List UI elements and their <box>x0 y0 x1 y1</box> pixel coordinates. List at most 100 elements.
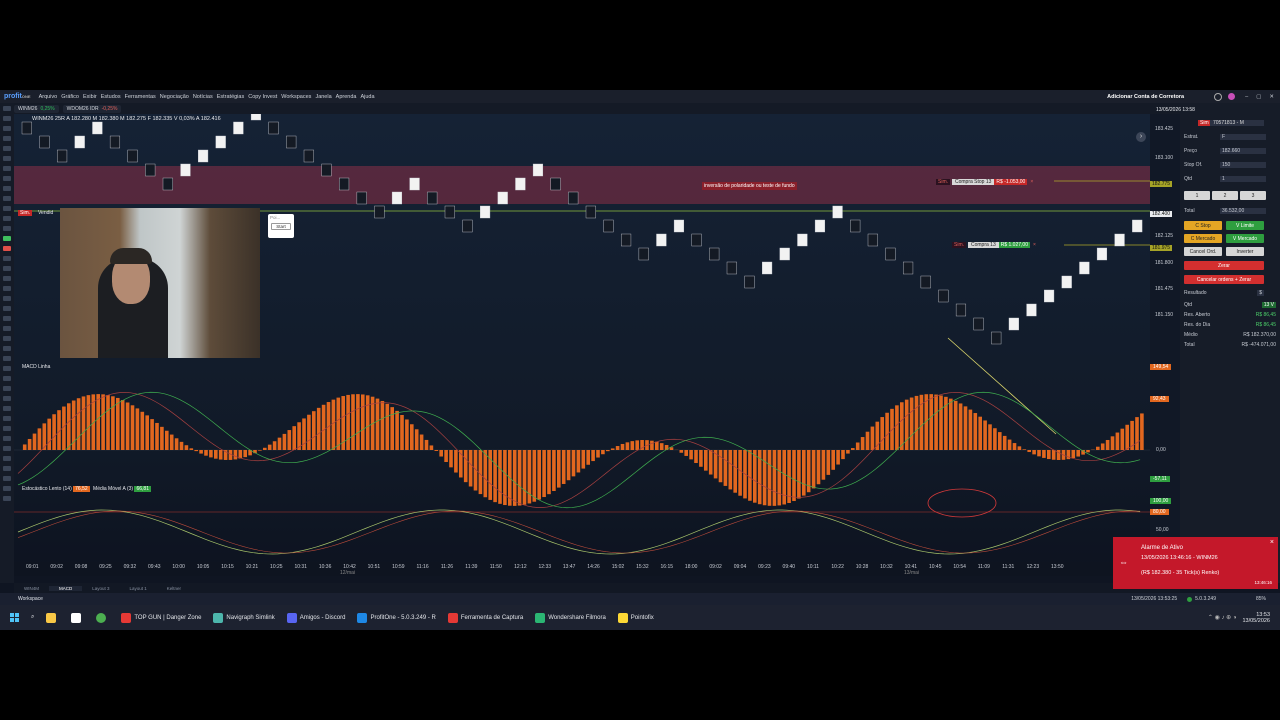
drawing-tool-icon[interactable] <box>3 286 11 291</box>
cancel-order-icon[interactable]: × <box>1030 242 1039 248</box>
file-icon[interactable] <box>65 605 90 630</box>
drawing-tool-icon[interactable] <box>3 186 11 191</box>
avatar[interactable] <box>1228 93 1236 100</box>
close-icon[interactable]: ✕ <box>1269 94 1274 100</box>
layout-tab[interactable]: MACD <box>49 585 83 591</box>
drawing-tool-icon[interactable] <box>3 126 11 131</box>
workspace-button[interactable]: Workspace <box>18 596 43 602</box>
drawing-tool-icon[interactable] <box>3 356 11 361</box>
drawing-tool-icon[interactable] <box>3 376 11 381</box>
menu-janela[interactable]: Janela <box>313 94 333 100</box>
drawing-tool-icon[interactable] <box>3 156 11 161</box>
menu-workspaces[interactable]: Workspaces <box>279 94 313 100</box>
drawing-tool-icon[interactable] <box>3 136 11 141</box>
drawing-tool-icon[interactable] <box>3 256 11 261</box>
menu-estudos[interactable]: Estudos <box>99 94 123 100</box>
drawing-tool-icon[interactable] <box>3 496 11 501</box>
add-broker-button[interactable]: Adicionar Conta de Corretora <box>1107 94 1184 100</box>
drawing-tool-icon[interactable] <box>3 406 11 411</box>
tray-icons[interactable]: ⌃ ◉ ♪ ⊕ ◑ <box>1202 605 1243 630</box>
c-stop-button[interactable]: C Stop <box>1184 221 1222 230</box>
layout-tab[interactable]: Keltner <box>157 586 191 591</box>
drawing-tool-icon[interactable] <box>3 226 11 231</box>
drawing-tool-icon[interactable] <box>3 116 11 121</box>
chart-tab[interactable]: WDOM26 IDR -0,25% <box>62 104 122 113</box>
drawing-tool-icon[interactable] <box>3 426 11 431</box>
drawing-tool-icon[interactable] <box>3 346 11 351</box>
chart-tab[interactable]: WINM26 0,25% <box>14 104 59 113</box>
taskbar-app[interactable]: Amigos - Discord <box>281 605 352 630</box>
drawing-tool-icon[interactable] <box>3 366 11 371</box>
menu-gr-fico[interactable]: Gráfico <box>59 94 81 100</box>
drawing-tool-icon[interactable] <box>3 106 11 111</box>
alert-toast[interactable]: ⇔ Alarme de Ativo 13/05/2026 13:46:16 - … <box>1113 537 1278 589</box>
cancel-zerar-button[interactable]: Cancelar ordens + Zerar <box>1184 275 1264 284</box>
menu-not-cias[interactable]: Notícias <box>191 94 215 100</box>
v-limite-button[interactable]: V Limite <box>1226 221 1264 230</box>
drawing-tool-icon[interactable] <box>3 326 11 331</box>
qty-input[interactable]: 1 <box>1220 176 1266 182</box>
layout-tab[interactable]: Layout 3 <box>82 586 119 591</box>
drawing-tool-icon[interactable] <box>3 316 11 321</box>
cancel-order-icon[interactable]: × <box>1027 179 1036 185</box>
taskbar-app[interactable]: ProfitOne - 5.0.3.249 - R <box>351 605 441 630</box>
cancel-orders-button[interactable]: Cancel Ord. <box>1184 247 1222 256</box>
layout-tab[interactable]: Layout 1 <box>120 586 157 591</box>
drawing-tool-icon[interactable] <box>3 236 11 241</box>
drawing-tool-icon[interactable] <box>3 386 11 391</box>
drawing-tool-icon[interactable] <box>3 176 11 181</box>
maximize-icon[interactable]: ▢ <box>1256 94 1261 100</box>
stop-offset-input[interactable]: 150 <box>1220 162 1266 168</box>
qty-preset-3[interactable]: 3 <box>1240 191 1266 200</box>
account-select[interactable]: 70571813 - M <box>1210 120 1264 126</box>
drawing-tool-icon[interactable] <box>3 276 11 281</box>
order-buy-line-label[interactable]: Sim. Compra 13 R$ 1.027,00 × <box>952 242 1039 248</box>
drawing-tool-icon[interactable] <box>3 436 11 441</box>
drawing-tool-icon[interactable] <box>3 486 11 491</box>
menu-exibir[interactable]: Exibir <box>81 94 99 100</box>
start-icon[interactable] <box>0 605 25 630</box>
zerar-button[interactable]: Zerar <box>1184 261 1264 270</box>
drawing-tool-icon[interactable] <box>3 266 11 271</box>
taskbar-app[interactable]: Ferramenta de Captura <box>442 605 529 630</box>
search-icon[interactable]: ⌕ <box>25 605 40 630</box>
gear-icon[interactable] <box>1214 92 1223 101</box>
drawing-tool-icon[interactable] <box>3 206 11 211</box>
qty-preset-1[interactable]: 1 <box>1184 191 1210 200</box>
maps-icon[interactable] <box>90 605 115 630</box>
drawing-tool-icon[interactable] <box>3 446 11 451</box>
explorer-icon[interactable] <box>40 605 65 630</box>
menu-negocia-o[interactable]: Negociação <box>158 94 191 100</box>
taskbar-app[interactable]: TOP GUN | Danger Zone <box>115 605 207 630</box>
minimize-icon[interactable]: – <box>1245 94 1248 100</box>
menu-copy-invest[interactable]: Copy Invest <box>246 94 279 100</box>
drawing-tool-icon[interactable] <box>3 336 11 341</box>
layout-tab[interactable]: WIN4M <box>14 586 49 591</box>
drawing-tool-icon[interactable] <box>3 166 11 171</box>
menu-ferramentas[interactable]: Ferramentas <box>123 94 158 100</box>
drawing-tool-icon[interactable] <box>3 216 11 221</box>
taskbar-app[interactable]: Navigraph Simlink <box>207 605 280 630</box>
drawing-tool-icon[interactable] <box>3 306 11 311</box>
start-button[interactable]: Start <box>271 223 291 230</box>
taskbar-app[interactable]: Pointofix <box>612 605 660 630</box>
drawing-tool-icon[interactable] <box>3 296 11 301</box>
menu-estrat-gias[interactable]: Estratégias <box>215 94 247 100</box>
drawing-tool-icon[interactable] <box>3 196 11 201</box>
price-input[interactable]: 182.660 <box>1220 148 1266 154</box>
drawing-tool-icon[interactable] <box>3 416 11 421</box>
qty-preset-2[interactable]: 2 <box>1212 191 1238 200</box>
drawing-tool-icon[interactable] <box>3 466 11 471</box>
menu-ajuda[interactable]: Ajuda <box>358 94 376 100</box>
v-mercado-button[interactable]: V Mercado <box>1226 234 1264 243</box>
strategy-select[interactable]: F <box>1220 134 1266 140</box>
taskbar-app[interactable]: Wondershare Filmora <box>529 605 612 630</box>
clock[interactable]: 13:53 13/05/2026 <box>1242 612 1270 624</box>
drawing-tool-icon[interactable] <box>3 396 11 401</box>
drawing-tool-icon[interactable] <box>3 476 11 481</box>
menu-arquivo[interactable]: Arquivo <box>37 94 60 100</box>
result-currency[interactable]: $ <box>1257 290 1264 296</box>
scroll-right-icon[interactable]: › <box>1136 132 1146 142</box>
drawing-tool-icon[interactable] <box>3 456 11 461</box>
drawing-tool-icon[interactable] <box>3 246 11 251</box>
